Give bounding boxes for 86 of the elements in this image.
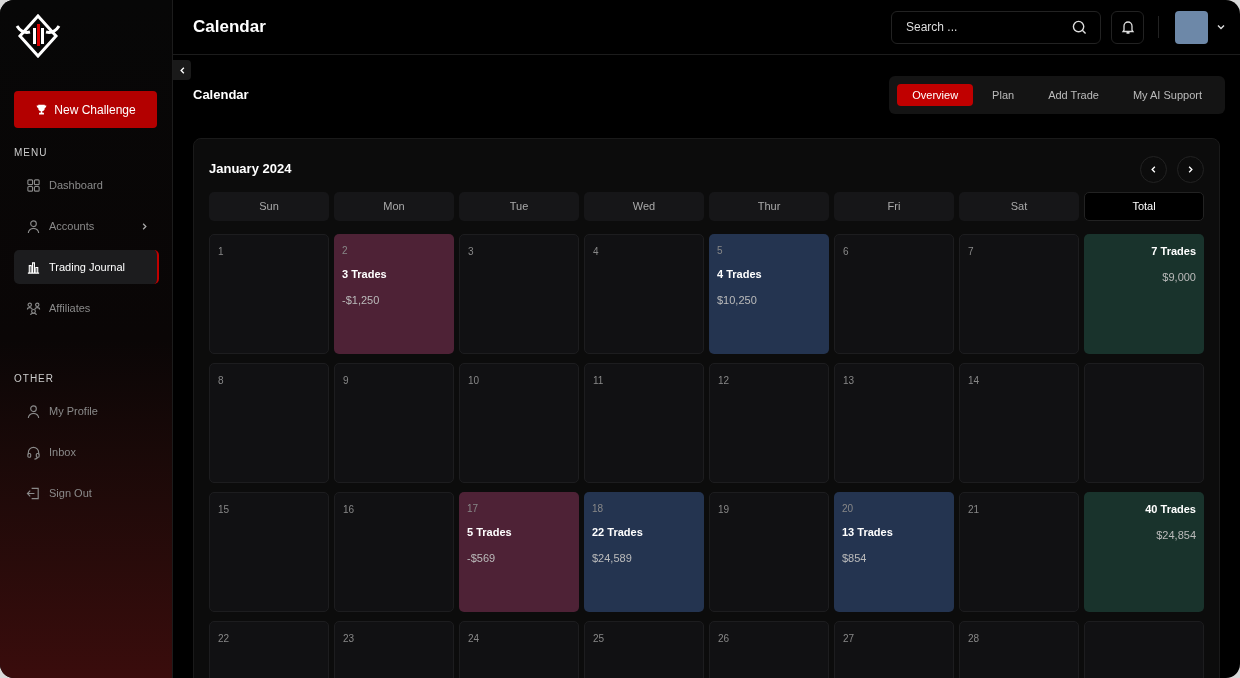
day-number: 27 — [843, 632, 856, 645]
day-number: 18 — [592, 502, 605, 515]
tab[interactable]: Overview — [897, 84, 974, 106]
day-number: 6 — [843, 245, 850, 258]
trade-count: 22 Trades — [592, 525, 644, 540]
day-number: 16 — [343, 503, 356, 516]
logo-icon — [14, 12, 62, 60]
bell-icon — [1119, 19, 1136, 35]
search-icon — [1072, 19, 1087, 35]
day-number: 10 — [468, 374, 481, 387]
day-number: 23 — [343, 632, 356, 645]
day-number: 8 — [218, 374, 225, 387]
tab[interactable]: Plan — [977, 84, 1030, 106]
day-number: 4 — [593, 245, 600, 258]
day-number: 1 — [218, 245, 225, 258]
day-number: 3 — [468, 245, 475, 258]
section-title: Calendar — [193, 86, 249, 105]
month-title: January 2024 — [209, 160, 292, 179]
tab[interactable]: Add Trade — [1033, 84, 1114, 106]
chevron-left-icon — [177, 65, 187, 75]
grid-icon — [26, 177, 41, 193]
sidebar-item[interactable]: Affiliates — [14, 291, 159, 325]
sidebar-item[interactable]: My Profile — [14, 394, 159, 428]
day-number: 14 — [968, 374, 981, 387]
day-number: 5 — [717, 244, 724, 257]
trade-count: 40 Trades — [1145, 502, 1196, 517]
sidebar-item[interactable]: Inbox — [14, 435, 159, 469]
amount: -$1,250 — [342, 292, 381, 308]
day-number: 9 — [343, 374, 350, 387]
new-challenge-button[interactable]: New Challenge — [14, 91, 157, 128]
day-number: 12 — [718, 374, 731, 387]
trade-count: 7 Trades — [1151, 244, 1196, 259]
notifications-button[interactable] — [1111, 10, 1144, 44]
day-number: 24 — [468, 632, 481, 645]
weekday-header: Fri — [834, 192, 954, 221]
day-number: 25 — [593, 632, 606, 645]
amount: $9,000 — [1162, 269, 1196, 285]
day-number: 26 — [718, 632, 731, 645]
avatar-photo-placeholder[interactable] — [1175, 10, 1208, 44]
day-number: 2 — [342, 244, 349, 257]
chevron-down-icon[interactable] — [1216, 22, 1226, 32]
weekday-header: Wed — [584, 192, 704, 221]
user-icon — [26, 218, 41, 234]
search-field[interactable]: Search ... — [891, 10, 1101, 44]
weekday-header: Mon — [334, 192, 454, 221]
day-number: 19 — [718, 503, 731, 516]
sign-out-icon — [26, 485, 41, 501]
day-number: 7 — [968, 245, 975, 258]
amount: -$569 — [467, 550, 497, 566]
weekday-header: Sat — [959, 192, 1079, 221]
bar-chart-icon — [26, 259, 41, 275]
trade-count: 4 Trades — [717, 267, 763, 282]
chevron-right-icon — [1186, 164, 1195, 174]
trade-count: 13 Trades — [842, 525, 894, 540]
trophy-icon — [35, 103, 49, 116]
sidebar-item[interactable]: Trading Journal — [14, 250, 159, 284]
day-number: 17 — [467, 502, 480, 515]
weekday-header: Sun — [209, 192, 329, 221]
user-icon — [26, 403, 41, 419]
weekday-header: Tue — [459, 192, 579, 221]
trade-count: 5 Trades — [467, 525, 513, 540]
people-icon — [26, 300, 41, 316]
page-title: Calendar — [193, 16, 266, 39]
headset-icon — [26, 444, 41, 460]
sidebar-item[interactable]: Dashboard — [14, 168, 159, 202]
tab[interactable]: My AI Support — [1117, 84, 1217, 106]
day-number: 21 — [968, 503, 981, 516]
section-heading: MENU — [14, 146, 49, 160]
section-heading: OTHER — [14, 372, 55, 386]
day-number: 15 — [218, 503, 231, 516]
sidebar-item[interactable]: Accounts — [14, 209, 159, 243]
day-number: 22 — [218, 632, 231, 645]
day-number: 20 — [842, 502, 855, 515]
collapse-sidebar-button[interactable] — [173, 60, 191, 80]
weekday-header: Total — [1084, 192, 1204, 221]
sidebar-item[interactable]: Sign Out — [14, 476, 159, 510]
amount: $10,250 — [717, 292, 758, 308]
weekday-header: Thur — [709, 192, 829, 221]
amount: $854 — [842, 550, 868, 566]
amount: $24,854 — [1156, 527, 1196, 543]
day-number: 11 — [593, 374, 605, 387]
amount: $24,589 — [592, 550, 633, 566]
day-number: 28 — [968, 632, 981, 645]
trade-count: 3 Trades — [342, 267, 388, 282]
day-number: 13 — [843, 374, 856, 387]
chevron-left-icon — [1149, 164, 1158, 174]
